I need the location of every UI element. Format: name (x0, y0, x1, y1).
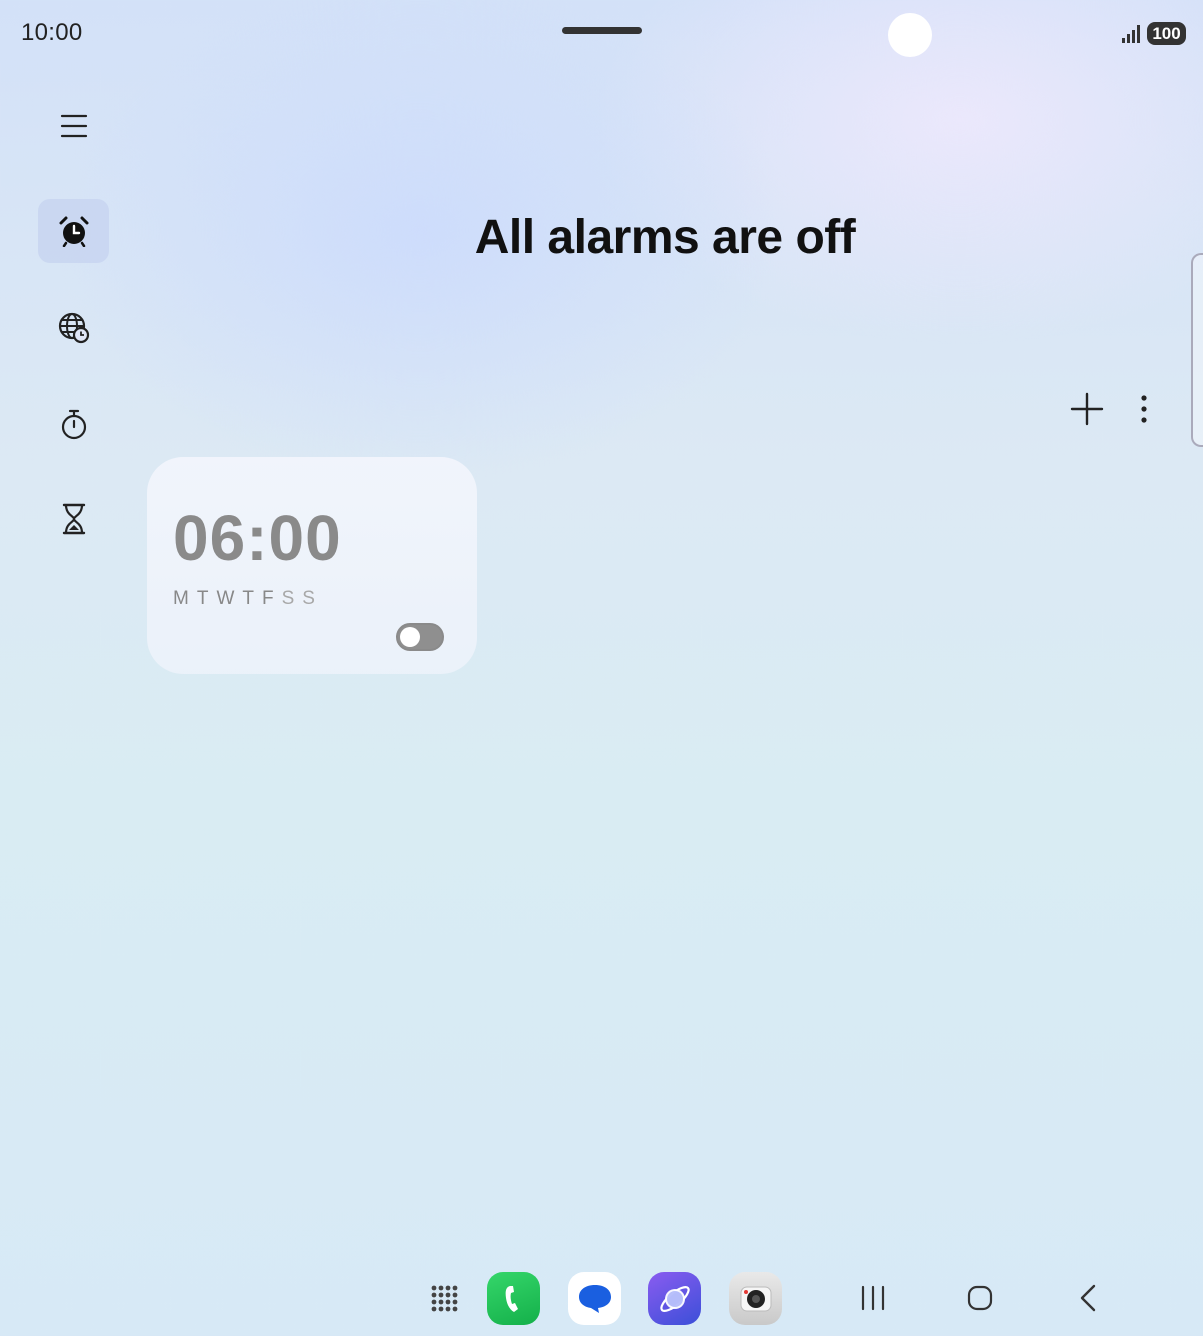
alarm-day: W (216, 588, 237, 609)
top-drag-handle[interactable] (562, 27, 642, 34)
camera-app[interactable] (729, 1272, 782, 1325)
alarm-day: S (281, 588, 297, 609)
status-time: 10:00 (21, 19, 83, 46)
recents-icon (861, 1285, 885, 1311)
home-button[interactable] (960, 1278, 1000, 1318)
add-alarm-button[interactable] (1066, 388, 1108, 430)
back-button[interactable] (1068, 1278, 1108, 1318)
edge-panel-handle[interactable] (1191, 253, 1203, 447)
home-icon (967, 1285, 993, 1311)
alarm-clock-icon (59, 216, 88, 247)
toggle-knob (400, 627, 420, 647)
alarm-day: T (242, 588, 256, 609)
alarm-day: S (302, 588, 317, 609)
rail-item-timer[interactable] (38, 487, 109, 551)
alarm-card[interactable]: 06:00 M T W T F S S (147, 457, 477, 674)
alarm-repeat-days: M T W T F S S (173, 588, 317, 610)
messages-app[interactable] (568, 1272, 621, 1325)
rail-item-alarm[interactable] (38, 199, 109, 263)
menu-button[interactable] (38, 94, 109, 158)
phone-app[interactable] (487, 1272, 540, 1325)
app-drawer-button[interactable] (418, 1272, 471, 1325)
recents-button[interactable] (853, 1278, 893, 1318)
camera-cutout (888, 13, 932, 57)
camera-icon (740, 1286, 771, 1311)
alarm-toggle[interactable] (396, 623, 444, 651)
signal-icon (1122, 25, 1140, 43)
message-bubble-icon (578, 1284, 611, 1313)
battery-icon: 100 (1147, 22, 1186, 45)
plus-icon (1070, 392, 1104, 426)
planet-icon (659, 1285, 690, 1312)
more-options-button[interactable] (1128, 388, 1160, 430)
internet-app[interactable] (648, 1272, 701, 1325)
more-vertical-icon (1141, 395, 1147, 423)
globe-clock-icon (58, 312, 89, 344)
alarm-time: 06:00 (173, 502, 342, 574)
grid-dots-icon (431, 1285, 457, 1311)
rail-item-world-clock[interactable] (38, 296, 109, 360)
rail-item-stopwatch[interactable] (38, 392, 109, 456)
phone-icon (505, 1285, 518, 1312)
alarm-day: F (261, 588, 276, 609)
stopwatch-icon (61, 409, 86, 440)
menu-icon (60, 114, 87, 138)
hourglass-icon (62, 503, 85, 535)
alarm-day: M (173, 588, 191, 609)
back-icon (1080, 1284, 1096, 1312)
alarm-day: T (196, 588, 211, 609)
battery-level: 100 (1152, 23, 1181, 43)
page-title: All alarms are off (474, 211, 856, 264)
